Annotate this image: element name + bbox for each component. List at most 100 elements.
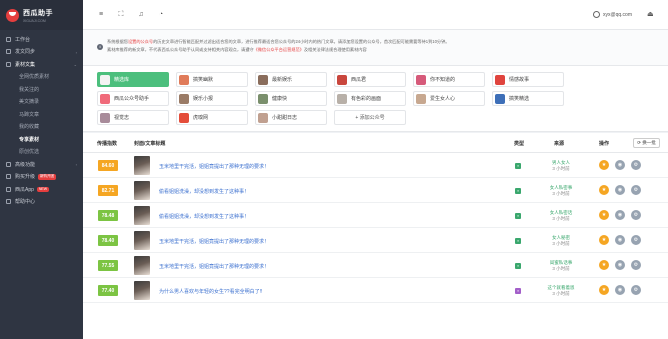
article-title-link[interactable]: 为什么男人喜欢与年轻的女生??看完全明白了!! bbox=[159, 288, 262, 295]
category-chip[interactable]: 搞笑幽默 bbox=[176, 72, 248, 87]
sidebar-item-purchase[interactable]: 购买升级 新购开团 bbox=[0, 171, 83, 184]
column-header-type: 类型 bbox=[514, 141, 525, 147]
favorite-star-icon[interactable]: ★ bbox=[599, 210, 609, 220]
preview-eye-icon[interactable]: ◉ bbox=[615, 285, 625, 295]
account-avatar-icon bbox=[416, 93, 426, 104]
sidebar-subitem[interactable]: 我关注的 bbox=[0, 83, 83, 96]
article-title-link[interactable]: 偷看姐姐洗澡，却没想到发生了这种事！ bbox=[159, 188, 249, 195]
column-header-ops: 操作 bbox=[599, 141, 610, 147]
menu-toggle-icon[interactable]: ≡ bbox=[97, 11, 105, 19]
column-header-score[interactable]: 传播指数 bbox=[97, 140, 117, 147]
row-actions: ★ ◉ ⚙ bbox=[599, 185, 647, 195]
publish-time: 3 小时前 bbox=[552, 241, 570, 246]
notice-banner: i 系统根据您设置的公众号的历史文章进行智能匹配并过滤出适合您的文章，进行推荐最… bbox=[83, 30, 668, 66]
sidebar-subitem[interactable]: 原创优选 bbox=[0, 146, 83, 159]
table-row: 77.40 为什么男人喜欢与年轻的女生??看完全明白了!! ≡ 这个就看着恩 3 小时前… bbox=[83, 278, 668, 303]
score-badge: 77.55 bbox=[98, 260, 118, 271]
category-label: 情感故事 bbox=[509, 77, 530, 83]
article-title-link[interactable]: 玉米地里干完活，姐姐竟提出了那种无理的要求！ bbox=[159, 263, 269, 270]
rules-link[interactable]: 《微信公众平台运营规范》 bbox=[254, 47, 304, 52]
category-chip[interactable]: 你不知道的 bbox=[413, 72, 485, 87]
category-chip[interactable]: 虎嗅网 bbox=[176, 110, 248, 125]
copy-gear-icon[interactable]: ⚙ bbox=[631, 160, 641, 170]
article-cover-image[interactable] bbox=[134, 206, 150, 225]
category-label: + 添加公众号 bbox=[355, 115, 385, 121]
user-menu[interactable]: xyx@qq.com bbox=[593, 11, 632, 18]
fullscreen-icon[interactable]: ⛶ bbox=[117, 11, 125, 19]
favorite-star-icon[interactable]: ★ bbox=[599, 260, 609, 270]
settings-link[interactable]: 设置的公众号 bbox=[128, 39, 153, 44]
publish-time: 3 小时前 bbox=[552, 291, 570, 296]
preview-eye-icon[interactable]: ◉ bbox=[615, 260, 625, 270]
sidebar-item-label: 帮助中心 bbox=[15, 199, 36, 206]
message-icon[interactable]: ◔ bbox=[157, 11, 165, 19]
category-chip[interactable]: 爱生女人心 bbox=[413, 91, 485, 106]
category-chip[interactable]: 健康快 bbox=[255, 91, 327, 106]
refresh-batch-button[interactable]: ⟳ 换一批 bbox=[633, 138, 660, 148]
logo[interactable]: 西瓜助手 XIGUAJI.COM bbox=[0, 0, 83, 30]
article-cover-image[interactable] bbox=[134, 281, 150, 300]
sidebar-item-label: 素材文集 bbox=[15, 61, 36, 68]
sidebar-item-app[interactable]: 西瓜App NEW bbox=[0, 183, 83, 196]
table-row: 84.60 玉米地里干完活，姐姐竟提出了那种无理的要求！ ≡ 男人女人 3 小时前 ★ ◉ ⚙ bbox=[83, 153, 668, 178]
bell-icon[interactable]: ♫ bbox=[137, 11, 145, 19]
sidebar-item-help[interactable]: 帮助中心 bbox=[0, 196, 83, 209]
category-chip[interactable]: 最新娱乐 bbox=[255, 72, 327, 87]
category-label: 娱乐小报 bbox=[193, 96, 214, 102]
logout-icon[interactable]: ⏏ bbox=[647, 11, 654, 18]
category-label: 视觉志 bbox=[114, 115, 130, 121]
sidebar-subitem[interactable]: 我的收藏 bbox=[0, 121, 83, 134]
favorite-star-icon[interactable]: ★ bbox=[599, 285, 609, 295]
sidebar-item-workbench[interactable]: 工作台 bbox=[0, 33, 83, 46]
account-avatar-icon bbox=[179, 112, 189, 123]
category-label: 西瓜君 bbox=[351, 77, 367, 83]
copy-gear-icon[interactable]: ⚙ bbox=[631, 260, 641, 270]
preview-eye-icon[interactable]: ◉ bbox=[615, 210, 625, 220]
preview-eye-icon[interactable]: ◉ bbox=[615, 185, 625, 195]
category-chip[interactable]: 情感故事 bbox=[492, 72, 564, 87]
chevron-right-icon: › bbox=[75, 49, 77, 55]
category-chip[interactable]: 有色彩的画面 bbox=[334, 91, 406, 106]
article-cover-image[interactable] bbox=[134, 256, 150, 275]
table-row: 77.55 玉米地里干完活，姐姐竟提出了那种无理的要求！ ≡ 闺蜜私话事 3 小时前 ★ ◉… bbox=[83, 253, 668, 278]
sidebar-item-label: 发文同步 bbox=[15, 49, 36, 56]
category-grid: 精选库 搞笑幽默 最新娱乐 西瓜君 你不知道的 情感故事西瓜公众号助手 娱乐小报 健康快 有色彩… bbox=[97, 72, 654, 125]
category-chip[interactable]: 视觉志 bbox=[97, 110, 169, 125]
article-title-link[interactable]: 玉米地里干完活，姐姐竟提出了那种无理的要求！ bbox=[159, 238, 269, 245]
favorite-star-icon[interactable]: ★ bbox=[599, 235, 609, 245]
account-avatar-icon bbox=[100, 112, 110, 123]
topbar: ≡ ⛶ ♫ ◔ xyx@qq.com ⏏ bbox=[83, 0, 668, 30]
favorite-star-icon[interactable]: ★ bbox=[599, 160, 609, 170]
article-cover-image[interactable] bbox=[134, 156, 150, 175]
sidebar: 西瓜助手 XIGUAJI.COM 工作台 发文同步 › 素材文集 ⌄ 全网优质素材 … bbox=[0, 0, 83, 339]
copy-gear-icon[interactable]: ⚙ bbox=[631, 210, 641, 220]
category-chip[interactable]: 娱乐小报 bbox=[176, 91, 248, 106]
sidebar-item-analytics[interactable]: 高级功能 › bbox=[0, 158, 83, 171]
home-icon bbox=[6, 36, 11, 42]
category-chip[interactable]: 西瓜君 bbox=[334, 72, 406, 87]
sidebar-item-publish[interactable]: 发文同步 › bbox=[0, 46, 83, 59]
sidebar-subitem[interactable]: 马蹄文章 bbox=[0, 108, 83, 121]
preview-eye-icon[interactable]: ◉ bbox=[615, 160, 625, 170]
copy-gear-icon[interactable]: ⚙ bbox=[631, 185, 641, 195]
category-chip[interactable]: 小甜甜日志 bbox=[255, 110, 327, 125]
article-title-link[interactable]: 偷看姐姐洗澡，却没想到发生了这种事！ bbox=[159, 213, 249, 220]
favorite-star-icon[interactable]: ★ bbox=[599, 185, 609, 195]
account-avatar-icon bbox=[258, 93, 268, 104]
copy-gear-icon[interactable]: ⚙ bbox=[631, 235, 641, 245]
category-chip[interactable]: 搞笑精选 bbox=[492, 91, 564, 106]
article-title-link[interactable]: 玉米地里干完活，姐姐竟提出了那种无理的要求！ bbox=[159, 163, 269, 170]
sidebar-subitem[interactable]: 全网优质素材 bbox=[0, 71, 83, 84]
article-cover-image[interactable] bbox=[134, 181, 150, 200]
sidebar-subitem-active[interactable]: 专享素材 bbox=[0, 133, 83, 146]
sidebar-item-materials[interactable]: 素材文集 ⌄ bbox=[0, 58, 83, 71]
category-chip[interactable]: 精选库 bbox=[97, 72, 169, 87]
sidebar-subitem[interactable]: 美文摘录 bbox=[0, 96, 83, 109]
category-chip[interactable]: 西瓜公众号助手 bbox=[97, 91, 169, 106]
copy-gear-icon[interactable]: ⚙ bbox=[631, 285, 641, 295]
preview-eye-icon[interactable]: ◉ bbox=[615, 235, 625, 245]
score-badge: 78.40 bbox=[98, 235, 118, 246]
account-avatar-icon bbox=[100, 74, 110, 85]
article-cover-image[interactable] bbox=[134, 231, 150, 250]
add-account-button[interactable]: + 添加公众号 bbox=[334, 110, 406, 125]
